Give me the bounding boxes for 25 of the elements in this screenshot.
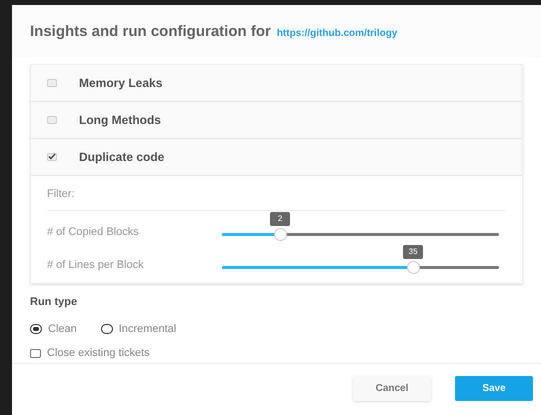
dialog-title: Insights and run configuration for xyxy=(30,22,271,42)
insight-label: Duplicate code xyxy=(79,148,164,166)
cancel-button[interactable]: Cancel xyxy=(353,376,431,401)
checkbox-label: Close existing tickets xyxy=(47,346,150,361)
slider[interactable]: 35 xyxy=(215,244,506,277)
repository-link[interactable]: https://github.com/trilogy xyxy=(276,26,398,41)
check-icon xyxy=(48,153,56,160)
insight-checkbox[interactable] xyxy=(47,152,57,160)
slider-thumb[interactable] xyxy=(274,228,288,241)
radio-button[interactable] xyxy=(30,324,42,334)
slider[interactable]: 2 xyxy=(215,211,506,244)
insight-label: Memory Leaks xyxy=(79,74,162,92)
radio-label: Clean xyxy=(48,322,77,336)
run-type-label: Run type xyxy=(30,295,78,310)
slider-thumb[interactable] xyxy=(407,261,420,274)
filter-label: Filter: xyxy=(47,176,506,211)
radio-button[interactable] xyxy=(100,324,113,334)
close-tickets-checkbox[interactable] xyxy=(30,348,41,358)
slider-value-tooltip: 2 xyxy=(270,212,290,226)
save-button[interactable]: Save xyxy=(455,376,533,401)
insight-label: Long Methods xyxy=(79,112,161,128)
slider-value-tooltip: 35 xyxy=(403,245,424,259)
slider-label: # of Lines per Block xyxy=(47,258,145,274)
slider-label: # of Copied Blocks xyxy=(47,225,140,240)
radio-label: Incremental xyxy=(118,322,176,336)
